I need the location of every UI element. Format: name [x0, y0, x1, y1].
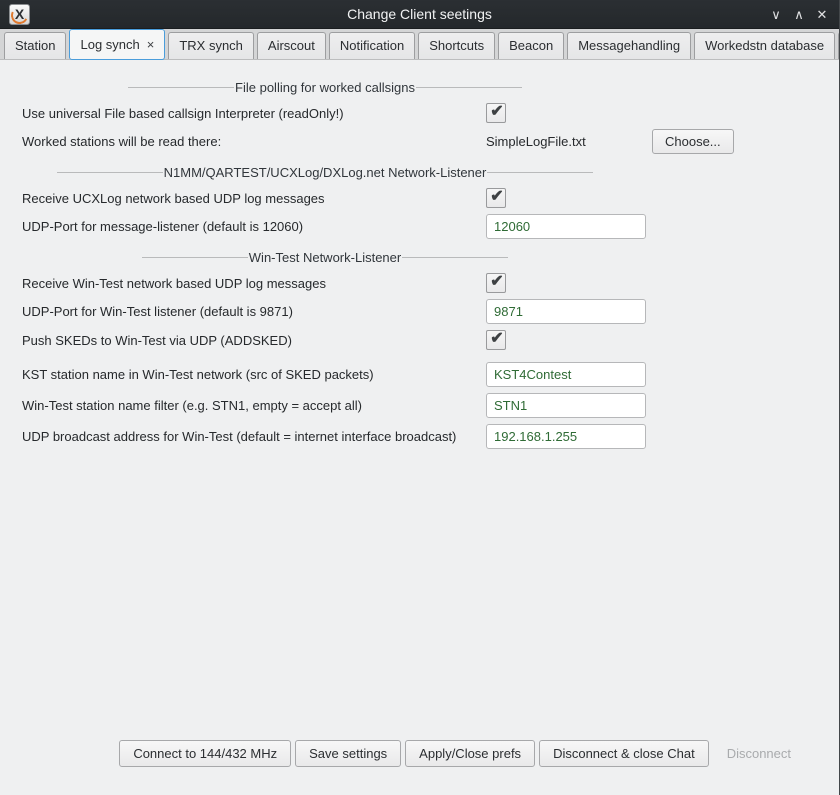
field-label: UDP-Port for message-listener (default i… — [22, 219, 486, 234]
field-label: Worked stations will be read there: — [22, 134, 486, 149]
section-wintest-listener: Win-Test Network-Listener — [0, 248, 650, 266]
tab-close-icon[interactable]: × — [147, 37, 155, 52]
tab-content-log-synch: File polling for worked callsigns Use un… — [0, 60, 839, 795]
divider — [128, 87, 234, 88]
checkmark-icon: ✔ — [490, 104, 503, 120]
section-file-polling: File polling for worked callsigns — [0, 78, 650, 96]
save-settings-button[interactable]: Save settings — [295, 740, 401, 767]
disconnect-close-chat-button[interactable]: Disconnect & close Chat — [539, 740, 709, 767]
field-label: Receive UCXLog network based UDP log mes… — [22, 191, 486, 206]
universal-interpreter-checkbox[interactable]: ✔ — [486, 103, 506, 123]
tab-beacon[interactable]: Beacon — [498, 32, 564, 59]
field-label: Push SKEDs to Win-Test via UDP (ADDSKED) — [22, 333, 486, 348]
row-receive-ucxlog: Receive UCXLog network based UDP log mes… — [0, 185, 650, 211]
section-title: File polling for worked callsigns — [234, 80, 416, 95]
kst-station-name-input[interactable] — [486, 362, 646, 387]
settings-window: X Change Client seetings ∨ ∧ ✕ Station L… — [0, 0, 840, 795]
field-label: UDP-Port for Win-Test listener (default … — [22, 304, 486, 319]
titlebar: X Change Client seetings ∨ ∧ ✕ — [0, 0, 839, 29]
row-udp-port-listener: UDP-Port for message-listener (default i… — [0, 211, 650, 242]
checkmark-icon: ✔ — [490, 331, 503, 347]
receive-wintest-checkbox[interactable]: ✔ — [486, 273, 506, 293]
field-label: Win-Test station name filter (e.g. STN1,… — [22, 398, 486, 413]
tab-trx-synch[interactable]: TRX synch — [168, 32, 254, 59]
section-title: Win-Test Network-Listener — [248, 250, 402, 265]
udp-port-wintest-input[interactable] — [486, 299, 646, 324]
tab-log-synch[interactable]: Log synch× — [69, 29, 165, 60]
divider — [142, 257, 248, 258]
form-area: File polling for worked callsigns Use un… — [0, 72, 650, 452]
tab-bar: Station Log synch× TRX synch Airscout No… — [0, 29, 839, 60]
broadcast-address-input[interactable] — [486, 424, 646, 449]
row-kst-station-name: KST station name in Win-Test network (sr… — [0, 359, 650, 390]
row-station-filter: Win-Test station name filter (e.g. STN1,… — [0, 390, 650, 421]
worked-stations-file-value: SimpleLogFile.txt — [486, 134, 652, 149]
divider — [57, 172, 163, 173]
maximize-icon[interactable]: ∧ — [791, 5, 807, 23]
tab-notification[interactable]: Notification — [329, 32, 415, 59]
receive-ucxlog-checkbox[interactable]: ✔ — [486, 188, 506, 208]
tab-workedstn-database[interactable]: Workedstn database — [694, 32, 835, 59]
station-filter-input[interactable] — [486, 393, 646, 418]
close-icon[interactable]: ✕ — [814, 5, 830, 23]
tab-shortcuts[interactable]: Shortcuts — [418, 32, 495, 59]
section-network-listener: N1MM/QARTEST/UCXLog/DXLog.net Network-Li… — [0, 163, 650, 181]
divider — [416, 87, 522, 88]
tab-airscout[interactable]: Airscout — [257, 32, 326, 59]
divider — [402, 257, 508, 258]
udp-port-listener-input[interactable] — [486, 214, 646, 239]
push-skeds-checkbox[interactable]: ✔ — [486, 330, 506, 350]
row-universal-interpreter: Use universal File based callsign Interp… — [0, 100, 650, 126]
checkmark-icon: ✔ — [490, 274, 503, 290]
field-label: KST station name in Win-Test network (sr… — [22, 367, 486, 382]
disconnect-button: Disconnect — [713, 740, 805, 767]
window-title: Change Client seetings — [0, 6, 839, 22]
tab-messagehandling[interactable]: Messagehandling — [567, 32, 691, 59]
row-receive-wintest: Receive Win-Test network based UDP log m… — [0, 270, 650, 296]
row-broadcast-address: UDP broadcast address for Win-Test (defa… — [0, 421, 650, 452]
app-icon-letter: X — [15, 6, 24, 22]
apply-close-prefs-button[interactable]: Apply/Close prefs — [405, 740, 535, 767]
tab-station[interactable]: Station — [4, 32, 66, 59]
window-controls: ∨ ∧ ✕ — [768, 5, 830, 23]
row-udp-port-wintest: UDP-Port for Win-Test listener (default … — [0, 296, 650, 327]
divider — [487, 172, 593, 173]
minimize-icon[interactable]: ∨ — [768, 5, 784, 23]
footer-button-bar: Connect to 144/432 MHz Save settings App… — [0, 740, 839, 795]
field-label: UDP broadcast address for Win-Test (defa… — [22, 429, 486, 444]
row-push-skeds: Push SKEDs to Win-Test via UDP (ADDSKED)… — [0, 327, 650, 353]
checkmark-icon: ✔ — [490, 189, 503, 205]
connect-button[interactable]: Connect to 144/432 MHz — [119, 740, 291, 767]
choose-file-button[interactable]: Choose... — [652, 129, 734, 154]
section-title: N1MM/QARTEST/UCXLog/DXLog.net Network-Li… — [163, 165, 488, 180]
field-label: Use universal File based callsign Interp… — [22, 106, 486, 121]
app-icon: X — [9, 4, 30, 25]
field-label: Receive Win-Test network based UDP log m… — [22, 276, 486, 291]
row-worked-stations-file: Worked stations will be read there: Simp… — [0, 126, 650, 157]
